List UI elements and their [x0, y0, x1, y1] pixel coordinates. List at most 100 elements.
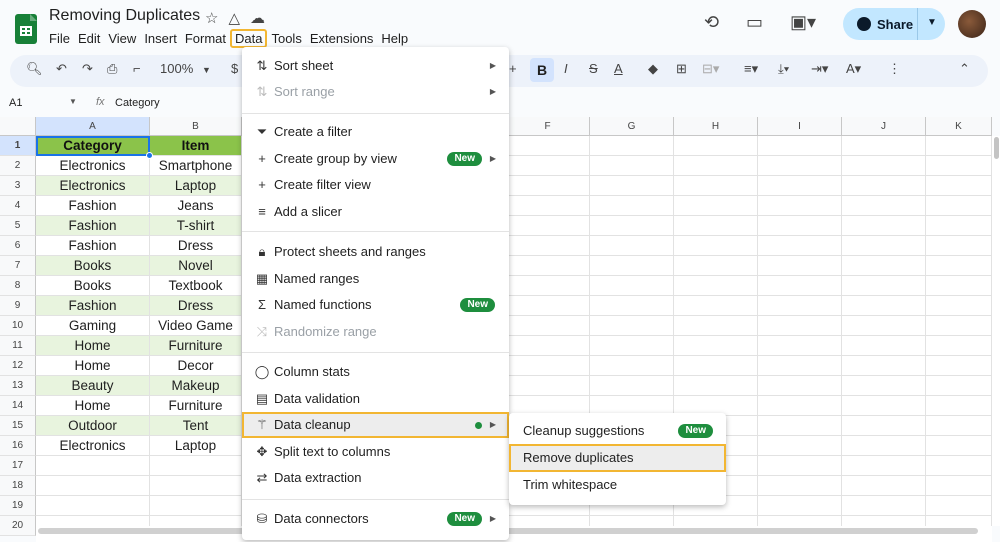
move-icon[interactable]: △	[228, 9, 240, 27]
grid-cell[interactable]	[926, 156, 992, 176]
data-cell[interactable]: Smartphone	[150, 156, 242, 176]
grid-cell[interactable]	[674, 316, 758, 336]
grid-cell[interactable]	[36, 456, 150, 476]
grid-cell[interactable]	[926, 296, 992, 316]
paint-format-icon[interactable]: ⌐	[133, 61, 141, 76]
menu-item-column-stats[interactable]: ◯ Column stats	[242, 359, 509, 385]
fill-handle[interactable]	[146, 152, 153, 159]
fill-color-icon[interactable]: ◆	[648, 61, 658, 77]
menu-item-named-functions[interactable]: Σ Named functions New	[242, 292, 509, 318]
grid-cell[interactable]	[842, 136, 926, 156]
grid-cell[interactable]	[842, 216, 926, 236]
sheets-logo-icon[interactable]	[15, 14, 37, 44]
column-header[interactable]: I	[758, 117, 842, 136]
strikethrough-icon[interactable]: S	[589, 61, 598, 76]
search-menus-icon[interactable]: 🔍︎	[26, 61, 43, 77]
bold-icon[interactable]: B	[530, 58, 554, 82]
vertical-scrollbar[interactable]	[992, 136, 1000, 526]
grid-cell[interactable]	[590, 156, 674, 176]
version-history-icon[interactable]: ⟲	[704, 12, 719, 33]
grid-cell[interactable]	[590, 196, 674, 216]
menu-format[interactable]: Format	[181, 29, 230, 48]
grid-cell[interactable]	[674, 156, 758, 176]
text-wrapping-icon[interactable]: ⇥▾	[811, 61, 828, 77]
zoom-select[interactable]: 100%	[160, 61, 193, 76]
grid-cell[interactable]	[674, 276, 758, 296]
menu-item-data-extraction[interactable]: ⇄ Data extraction	[242, 465, 509, 491]
formula-input[interactable]: Category	[115, 97, 160, 109]
grid-cell[interactable]	[506, 276, 590, 296]
menu-item-sort-sheet[interactable]: ⇅ Sort sheet ▶	[242, 53, 509, 79]
menu-item-split-text[interactable]: ✥ Split text to columns	[242, 439, 509, 465]
row-header[interactable]: 17	[0, 456, 36, 476]
grid-cell[interactable]	[506, 196, 590, 216]
grid-cell[interactable]	[674, 136, 758, 156]
grid-cell[interactable]	[842, 156, 926, 176]
grid-cell[interactable]	[758, 136, 842, 156]
grid-cell[interactable]	[36, 476, 150, 496]
redo-icon[interactable]: ↷	[82, 61, 93, 77]
grid-cell[interactable]	[842, 396, 926, 416]
vertical-align-icon[interactable]: ⤓▾	[778, 61, 789, 77]
grid-cell[interactable]	[842, 356, 926, 376]
grid-cell[interactable]	[758, 476, 842, 496]
name-box[interactable]: A1	[9, 97, 22, 109]
grid-cell[interactable]	[758, 336, 842, 356]
grid-cell[interactable]	[758, 496, 842, 516]
column-header[interactable]: G	[590, 117, 674, 136]
meet-icon[interactable]: ▣▾	[790, 12, 816, 33]
grid-cell[interactable]	[758, 276, 842, 296]
menu-item-data-validation[interactable]: ▤ Data validation	[242, 386, 509, 412]
grid-cell[interactable]	[590, 276, 674, 296]
data-cell[interactable]: Books	[36, 276, 150, 296]
grid-cell[interactable]	[758, 236, 842, 256]
column-header[interactable]: B	[150, 117, 242, 136]
menu-item-data-connectors[interactable]: ⛁ Data connectors New ▶	[242, 506, 509, 532]
grid-cell[interactable]	[590, 216, 674, 236]
menu-insert[interactable]: Insert	[140, 29, 181, 48]
row-header[interactable]: 2	[0, 156, 36, 176]
grid-cell[interactable]	[926, 376, 992, 396]
grid-cell[interactable]	[674, 236, 758, 256]
grid-cell[interactable]	[758, 416, 842, 436]
row-header[interactable]: 13	[0, 376, 36, 396]
grid-cell[interactable]	[926, 416, 992, 436]
grid-cell[interactable]	[506, 156, 590, 176]
grid-cell[interactable]	[926, 316, 992, 336]
grid-cell[interactable]	[842, 236, 926, 256]
data-cell[interactable]: Video Game	[150, 316, 242, 336]
grid-cell[interactable]	[506, 336, 590, 356]
collapse-toolbar-icon[interactable]: ⌃	[959, 61, 970, 77]
grid-cell[interactable]	[926, 276, 992, 296]
select-all-corner[interactable]	[0, 117, 36, 136]
data-cell[interactable]: Gaming	[36, 316, 150, 336]
grid-cell[interactable]	[842, 276, 926, 296]
row-header[interactable]: 6	[0, 236, 36, 256]
share-dropdown-icon[interactable]: ▼	[927, 17, 937, 28]
grid-cell[interactable]	[842, 476, 926, 496]
data-cell[interactable]: Dress	[150, 296, 242, 316]
column-header[interactable]: J	[842, 117, 926, 136]
menu-item-add-slicer[interactable]: ≡ Add a slicer	[242, 199, 509, 225]
grid-cell[interactable]	[758, 156, 842, 176]
data-cell[interactable]: Electronics	[36, 436, 150, 456]
grid-cell[interactable]	[926, 436, 992, 456]
grid-cell[interactable]	[150, 476, 242, 496]
grid-cell[interactable]	[674, 336, 758, 356]
grid-cell[interactable]	[758, 216, 842, 236]
grid-cell[interactable]	[674, 216, 758, 236]
grid-cell[interactable]	[926, 196, 992, 216]
vertical-scroll-thumb[interactable]	[994, 137, 999, 159]
grid-cell[interactable]	[674, 176, 758, 196]
grid-cell[interactable]	[506, 316, 590, 336]
zoom-dropdown-icon[interactable]: ▼	[202, 65, 211, 75]
menu-item-create-group-by-view[interactable]: + Create group by view New ▶	[242, 146, 509, 172]
grid-cell[interactable]	[842, 316, 926, 336]
grid-cell[interactable]	[758, 316, 842, 336]
data-cell[interactable]: Books	[36, 256, 150, 276]
grid-cell[interactable]	[590, 136, 674, 156]
grid-cell[interactable]	[842, 196, 926, 216]
grid-cell[interactable]	[150, 456, 242, 476]
column-header[interactable]: K	[926, 117, 992, 136]
grid-cell[interactable]	[842, 436, 926, 456]
